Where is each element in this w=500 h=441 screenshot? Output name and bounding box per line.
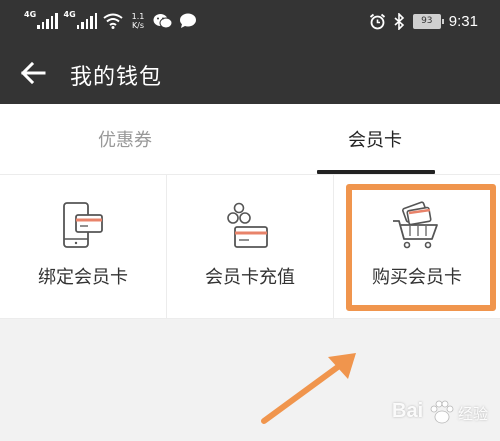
phone-card-icon — [63, 202, 103, 248]
app-header: 我的钱包 — [0, 42, 500, 104]
status-left: 4G 4G 1.1 K/s — [24, 8, 197, 34]
page-title: 我的钱包 — [70, 65, 163, 90]
wechat-icon — [153, 14, 173, 29]
network-type-label: 4G — [63, 10, 76, 19]
status-bar: 4G 4G 1.1 K/s 93 9:31 — [0, 0, 500, 42]
speed-unit: K/s — [131, 21, 145, 30]
coins-card-icon — [227, 202, 268, 248]
paw-icon — [430, 400, 454, 424]
bluetooth-icon — [394, 12, 404, 30]
bind-card-label: 绑定会员卡 — [38, 267, 128, 288]
tab-member-card[interactable]: 会员卡 — [250, 104, 500, 174]
network-speed: 1.1 K/s — [129, 12, 147, 30]
wifi-icon — [103, 13, 123, 29]
tab-bar: 优惠券 会员卡 — [0, 104, 500, 174]
alarm-icon — [369, 13, 385, 29]
battery-indicator: 93 — [412, 13, 444, 29]
highlight-box — [346, 184, 496, 311]
back-button[interactable] — [16, 57, 50, 89]
message-icon — [180, 13, 196, 28]
recharge-card-button[interactable]: 会员卡充值 — [167, 175, 334, 319]
speed-value: 1.1 — [131, 12, 145, 21]
signal-icon: 4G — [63, 10, 97, 29]
bind-card-button[interactable]: 绑定会员卡 — [0, 175, 167, 319]
baidu-watermark: Bai 经验 — [392, 392, 496, 432]
annotation-arrow-icon — [261, 353, 356, 424]
signal-icon: 4G — [24, 10, 58, 29]
watermark-text: Bai — [392, 400, 424, 422]
status-time: 9:31 — [448, 12, 478, 30]
back-arrow-icon — [20, 61, 46, 85]
recharge-card-label: 会员卡充值 — [205, 267, 295, 288]
watermark-text-cn: 经验 — [458, 405, 489, 423]
tab-coupons[interactable]: 优惠券 — [0, 104, 250, 174]
network-type-label: 4G — [24, 10, 37, 19]
status-right: 93 9:31 — [369, 8, 478, 34]
